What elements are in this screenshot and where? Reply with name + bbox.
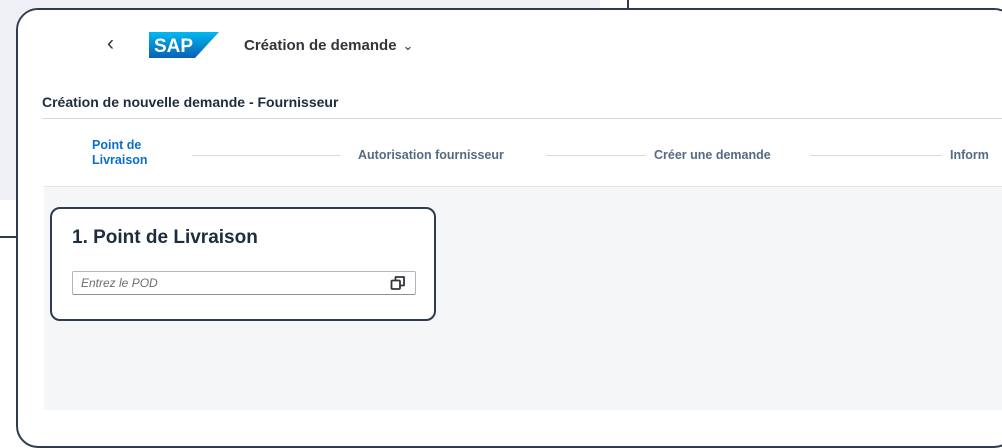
page-title: Création de nouvelle demande - Fournisse…: [42, 94, 339, 110]
sap-logo-text: SAP: [154, 36, 193, 57]
value-help-icon[interactable]: [390, 275, 406, 291]
section-title: 1. Point de Livraison: [72, 227, 258, 248]
sap-logo: SAP: [149, 32, 219, 58]
app-window: ‹ SAP Création de demande ⌄ Création de n…: [16, 8, 1002, 448]
back-icon[interactable]: ‹: [107, 32, 114, 56]
app-title-menu[interactable]: Création de demande ⌄: [244, 37, 413, 54]
step-connector: [546, 155, 646, 156]
pod-input[interactable]: [72, 271, 416, 295]
wizard-step-point-de-livraison[interactable]: Point de Livraison: [92, 138, 170, 168]
wizard-step-informations[interactable]: Inform: [950, 148, 989, 162]
divider: [42, 118, 1002, 119]
wizard-steps: Point de Livraison Autorisation fourniss…: [44, 122, 1002, 187]
wizard-step-autorisation[interactable]: Autorisation fournisseur: [358, 148, 504, 162]
shell-bar: ‹ SAP Création de demande ⌄: [18, 10, 1002, 78]
app-title: Création de demande: [244, 37, 397, 54]
wizard-step-creer-demande[interactable]: Créer une demande: [654, 148, 771, 162]
chevron-down-icon: ⌄: [402, 38, 414, 53]
step-connector: [192, 155, 340, 156]
step-card-point-de-livraison: 1. Point de Livraison: [50, 207, 436, 321]
step-connector: [810, 155, 942, 156]
